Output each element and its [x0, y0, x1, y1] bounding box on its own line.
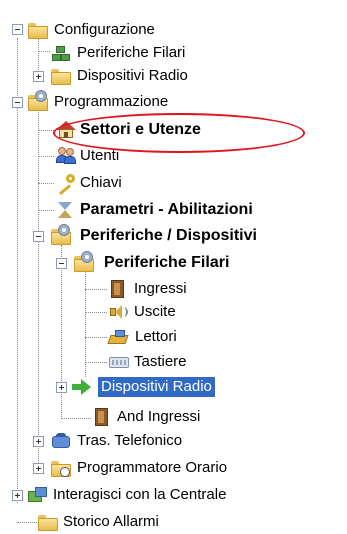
tree-line [17, 38, 18, 100]
tree-item-label: Dispositivi Radio [77, 67, 188, 84]
tree-item-label-selected: Dispositivi Radio [98, 377, 215, 397]
speaker-icon [109, 303, 128, 321]
tree-item-label: Programmatore Orario [77, 459, 228, 476]
keyboard-icon [109, 355, 129, 369]
collapse-periferiche-filari-toggle[interactable] [56, 258, 67, 269]
tree-item-label: Periferiche Filari [77, 44, 186, 61]
collapse-programmazione-toggle[interactable] [12, 97, 23, 108]
tree-line [38, 183, 54, 184]
folder-icon [38, 515, 58, 531]
tree-item-label: Tras. Telefonico [77, 432, 183, 449]
folder-icon [51, 69, 71, 85]
tree-line [17, 108, 18, 503]
users-icon [56, 147, 76, 165]
tree-line [61, 418, 91, 419]
collapse-periferiche-dispositivi-toggle[interactable] [33, 231, 44, 242]
settings-folder-icon [51, 224, 71, 245]
tree-line [85, 289, 107, 290]
tree-line [38, 210, 54, 211]
tree-item-label: Storico Allarmi [63, 513, 159, 530]
tree-line [38, 130, 54, 131]
expand-programmatore-orario-toggle[interactable] [33, 463, 44, 474]
tree-item-label: Periferiche Filari [104, 254, 230, 271]
tree-line [85, 312, 107, 313]
tree-item-label: Programmazione [54, 93, 169, 110]
open-folder-icon [28, 23, 48, 39]
tree-item-label: Chiavi [80, 174, 122, 191]
phone-icon [51, 433, 71, 449]
tree-item-label: Uscite [134, 303, 176, 320]
tree-line [85, 337, 107, 338]
tree-item-label: Periferiche / Dispositivi [80, 227, 257, 244]
expand-dispositivi-radio-top-toggle[interactable] [33, 71, 44, 82]
tree-item-label: Parametri - Abilitazioni [80, 201, 253, 218]
expand-tras-telefonico-toggle[interactable] [33, 436, 44, 447]
tree-item-label: Lettori [135, 328, 177, 345]
settings-folder-icon [28, 90, 48, 111]
expand-dispositivi-radio-toggle[interactable] [56, 382, 67, 393]
green-arrow-icon [72, 379, 92, 395]
network-icon [52, 46, 70, 61]
expand-interagisci-toggle[interactable] [12, 490, 23, 501]
door-icon [109, 280, 125, 298]
tree-item-label: Tastiere [134, 353, 187, 370]
tree-item-label: And Ingressi [117, 408, 201, 425]
card-reader-icon [107, 329, 129, 345]
door-icon [93, 408, 109, 426]
tree-line [85, 362, 107, 363]
settings-folder-icon [74, 251, 94, 272]
highlight-ellipse [53, 113, 305, 153]
tree-item-label: Ingressi [134, 280, 187, 297]
tree-item-label: Configurazione [54, 21, 155, 38]
tree-line [38, 156, 54, 157]
clock-folder-icon [51, 461, 71, 477]
tree-view: Configurazione Periferiche Filari Dispos… [0, 0, 347, 533]
key-icon [56, 174, 76, 196]
interact-icon [28, 487, 48, 503]
tree-line [38, 108, 39, 473]
tree-line [38, 51, 50, 52]
hourglass-icon [56, 201, 74, 219]
tree-line [17, 522, 37, 523]
collapse-configurazione-toggle[interactable] [12, 24, 23, 35]
tree-item-label: Interagisci con la Centrale [53, 486, 227, 503]
